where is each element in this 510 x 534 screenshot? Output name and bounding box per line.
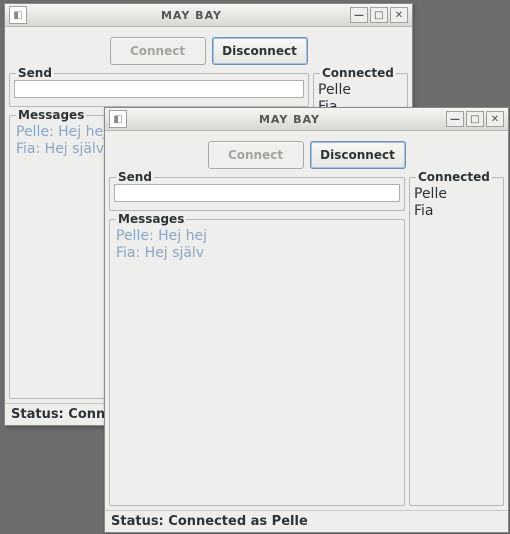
left-column: Send Messages Pelle: Hej hej Fia: Hej sj… [109, 177, 405, 506]
maximize-icon[interactable]: □ [466, 111, 484, 127]
disconnect-button[interactable]: Disconnect [212, 37, 308, 65]
close-icon[interactable]: ✕ [486, 111, 504, 127]
window-front: ◧ MAY BAY — □ ✕ Connect Disconnect Send … [104, 107, 509, 533]
send-legend: Send [16, 66, 54, 80]
connect-button[interactable]: Connect [208, 141, 304, 169]
minimize-icon[interactable]: — [350, 7, 368, 23]
messages-fieldset: Messages Pelle: Hej hej Fia: Hej själv [109, 219, 405, 506]
maximize-icon[interactable]: □ [370, 7, 388, 23]
titlebar[interactable]: ◧ MAY BAY — □ ✕ [105, 108, 508, 131]
messages-legend: Messages [116, 212, 186, 226]
messages-legend: Messages [16, 108, 86, 122]
connected-legend: Connected [416, 170, 492, 184]
connected-list: Pelle Fia [414, 184, 499, 220]
status-bar: Status: Connected as Pelle [105, 510, 508, 532]
disconnect-button[interactable]: Disconnect [310, 141, 406, 169]
window-title: MAY BAY [133, 113, 446, 126]
app-icon: ◧ [9, 6, 27, 24]
send-input[interactable] [14, 80, 304, 98]
send-fieldset: Send [9, 73, 309, 107]
connected-legend: Connected [320, 66, 396, 80]
connected-fieldset: Connected Pelle Fia [409, 177, 504, 506]
right-column: Connected Pelle Fia [409, 177, 504, 506]
connect-button[interactable]: Connect [110, 37, 206, 65]
send-input[interactable] [114, 184, 400, 202]
app-icon: ◧ [109, 110, 127, 128]
window-title: MAY BAY [33, 9, 350, 22]
minimize-icon[interactable]: — [446, 111, 464, 127]
titlebar[interactable]: ◧ MAY BAY — □ ✕ [5, 4, 412, 27]
window-buttons: — □ ✕ [446, 111, 504, 127]
window-buttons: — □ ✕ [350, 7, 408, 23]
send-legend: Send [116, 170, 154, 184]
send-fieldset: Send [109, 177, 405, 211]
close-icon[interactable]: ✕ [390, 7, 408, 23]
messages-text: Pelle: Hej hej Fia: Hej själv [114, 226, 400, 501]
content-area: Send Messages Pelle: Hej hej Fia: Hej sj… [105, 177, 508, 510]
